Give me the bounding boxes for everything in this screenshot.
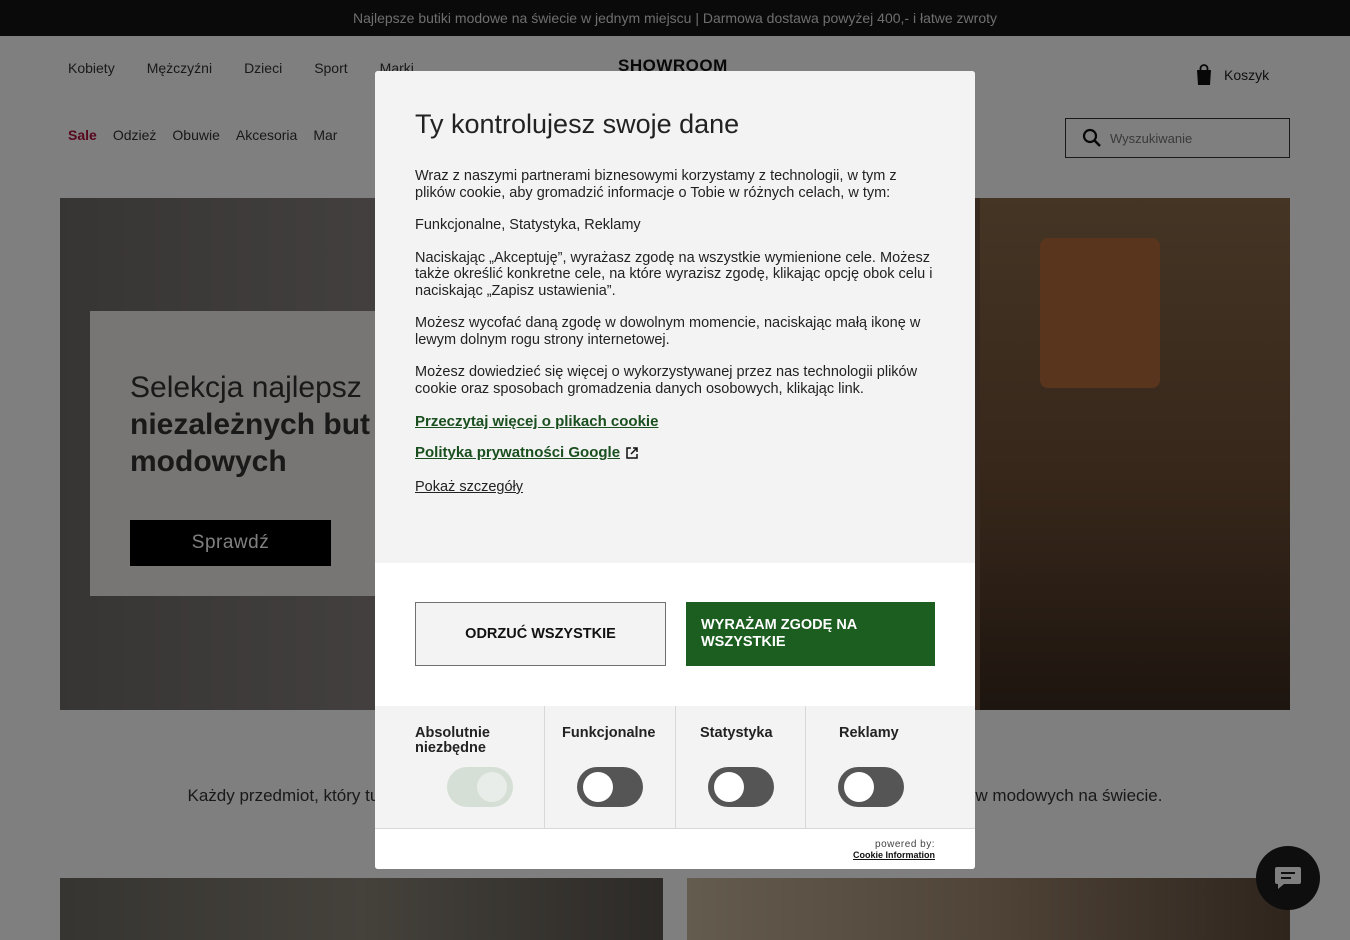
- consent-category: Funkcjonalne: [545, 706, 676, 828]
- powered-by: powered by: Cookie Information: [853, 839, 935, 860]
- cookie-text-learn-more: Możesz dowiedzieć się więcej o wykorzyst…: [415, 364, 918, 397]
- cookie-text-withdraw: Możesz wycofać daną zgodę w dowolnym mom…: [415, 315, 921, 348]
- cookie-button-area: ODRZUĆ WSZYSTKIE WYRAŻAM ZGODĘ NA WSZYST…: [375, 563, 975, 706]
- consent-category: Statystyka: [676, 706, 806, 828]
- cookie-dialog-footer: powered by: Cookie Information: [375, 828, 975, 869]
- cookie-text-accept-info: Naciskając „Akceptuję”, wyrażasz zgodę n…: [415, 249, 933, 299]
- toggle-knob: [714, 772, 744, 802]
- consent-label-functional: Funkcjonalne: [562, 725, 656, 741]
- consent-category: Absolutnie niezbędne: [375, 706, 545, 828]
- show-details-link[interactable]: Pokaż szczegóły: [415, 479, 523, 495]
- accept-all-button[interactable]: WYRAŻAM ZGODĘ NA WSZYSTKIE: [686, 602, 935, 666]
- consent-label-statistics: Statystyka: [700, 725, 773, 741]
- cookie-dialog-title: Ty kontrolujesz swoje dane: [415, 109, 740, 139]
- toggle-necessary: [447, 767, 513, 807]
- consent-category: Reklamy: [806, 706, 975, 828]
- cookie-consent-dialog: Ty kontrolujesz swoje dane Wraz z naszym…: [375, 71, 975, 869]
- consent-label-necessary: Absolutnie niezbędne: [415, 725, 490, 756]
- cookie-text-purposes: Funkcjonalne, Statystyka, Reklamy: [415, 217, 641, 233]
- toggle-knob: [583, 772, 613, 802]
- toggle-statistics[interactable]: [708, 767, 774, 807]
- toggle-knob: [844, 772, 874, 802]
- cookie-policy-link[interactable]: Przeczytaj więcej o plikach cookie: [415, 413, 658, 430]
- toggle-marketing[interactable]: [838, 767, 904, 807]
- powered-by-label: powered by:: [875, 839, 935, 850]
- toggle-functional[interactable]: [577, 767, 643, 807]
- google-privacy-link[interactable]: Polityka prywatności Google: [415, 444, 620, 461]
- cookie-dialog-body: Ty kontrolujesz swoje dane Wraz z naszym…: [375, 71, 975, 563]
- toggle-knob: [477, 772, 507, 802]
- provider-link[interactable]: Cookie Information: [853, 850, 935, 860]
- external-link-icon: [626, 446, 638, 459]
- consent-categories: Absolutnie niezbędne Funkcjonalne Statys…: [375, 706, 975, 828]
- cookie-text-intro: Wraz z naszymi partnerami biznesowymi ko…: [415, 168, 897, 201]
- reject-all-button[interactable]: ODRZUĆ WSZYSTKIE: [415, 602, 666, 666]
- consent-label-marketing: Reklamy: [839, 725, 899, 741]
